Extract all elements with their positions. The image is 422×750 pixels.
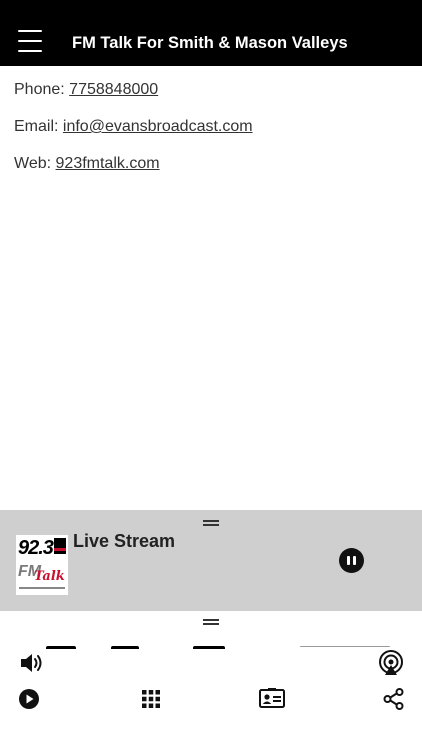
bottom-controls	[0, 611, 422, 750]
logo-number: 92.3	[18, 537, 54, 559]
logo-tagline	[19, 587, 65, 589]
hamburger-menu-icon[interactable]	[18, 30, 42, 52]
phone-link[interactable]: 7758848000	[69, 81, 158, 98]
web-row: Web: 923fmtalk.com	[14, 154, 253, 191]
peek-mark	[300, 646, 390, 647]
pause-icon[interactable]	[339, 548, 364, 573]
logo-badge	[54, 538, 66, 554]
contact-card-icon[interactable]	[259, 688, 285, 708]
web-link[interactable]: 923fmtalk.com	[56, 155, 160, 172]
email-label: Email:	[14, 118, 59, 135]
phone-row: Phone: 7758848000	[14, 80, 253, 117]
peek-mark	[193, 646, 225, 649]
play-icon[interactable]	[18, 688, 40, 710]
stream-title: Live Stream	[73, 531, 176, 551]
email-link[interactable]: info@evansbroadcast.com	[63, 118, 253, 135]
peek-mark	[111, 646, 139, 649]
peek-mark	[46, 646, 76, 649]
station-logo: 92.3 FM Talk	[16, 535, 68, 595]
share-icon[interactable]	[383, 688, 405, 710]
logo-talk: Talk	[34, 569, 65, 584]
drag-handle-icon[interactable]	[203, 619, 219, 625]
grid-icon[interactable]	[142, 690, 160, 708]
airplay-icon[interactable]	[378, 650, 404, 676]
drag-handle-icon[interactable]	[203, 520, 219, 526]
page-title: FM Talk For Smith & Mason Valleys	[72, 34, 348, 52]
email-row: Email: info@evansbroadcast.com	[14, 117, 253, 154]
contact-info: Phone: 7758848000 Email: info@evansbroad…	[14, 80, 253, 191]
phone-label: Phone:	[14, 81, 65, 98]
volume-icon[interactable]	[19, 651, 45, 675]
app-header: FM Talk For Smith & Mason Valleys	[0, 0, 422, 66]
web-label: Web:	[14, 155, 52, 172]
